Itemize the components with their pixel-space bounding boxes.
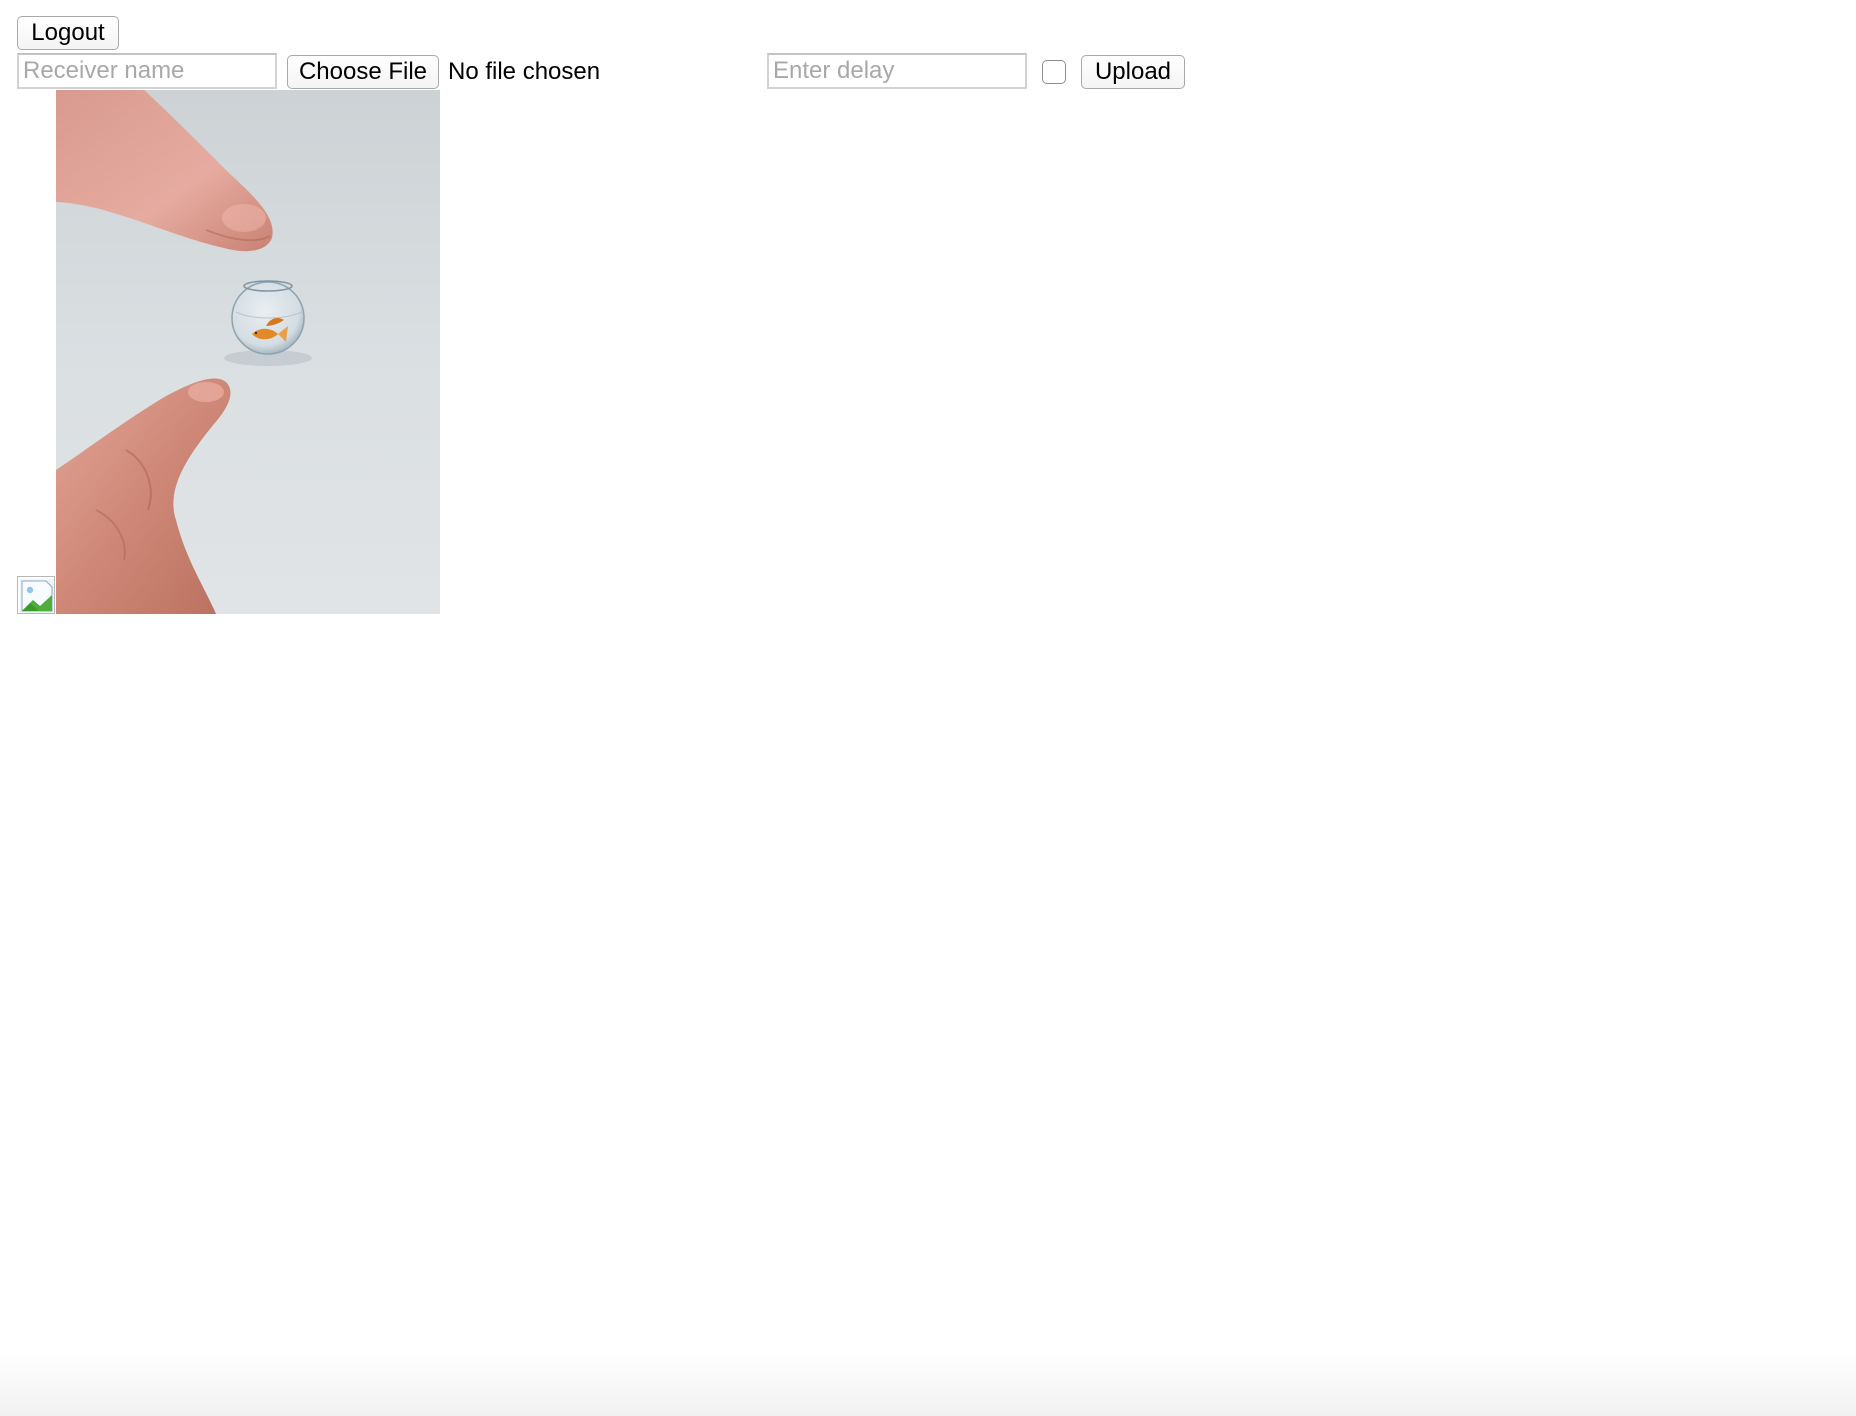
broken-image-icon	[17, 576, 55, 614]
file-status-text: No file chosen	[448, 58, 601, 85]
fishbowl-photo	[56, 90, 440, 614]
window-bottom-shadow	[0, 1350, 1856, 1416]
upload-button[interactable]: Upload	[1081, 55, 1185, 89]
choose-file-button[interactable]: Choose File	[287, 55, 439, 89]
delay-input[interactable]	[767, 53, 1027, 89]
option-checkbox[interactable]	[1042, 60, 1066, 84]
receiver-name-input[interactable]	[17, 53, 277, 89]
logout-button[interactable]: Logout	[17, 16, 119, 50]
